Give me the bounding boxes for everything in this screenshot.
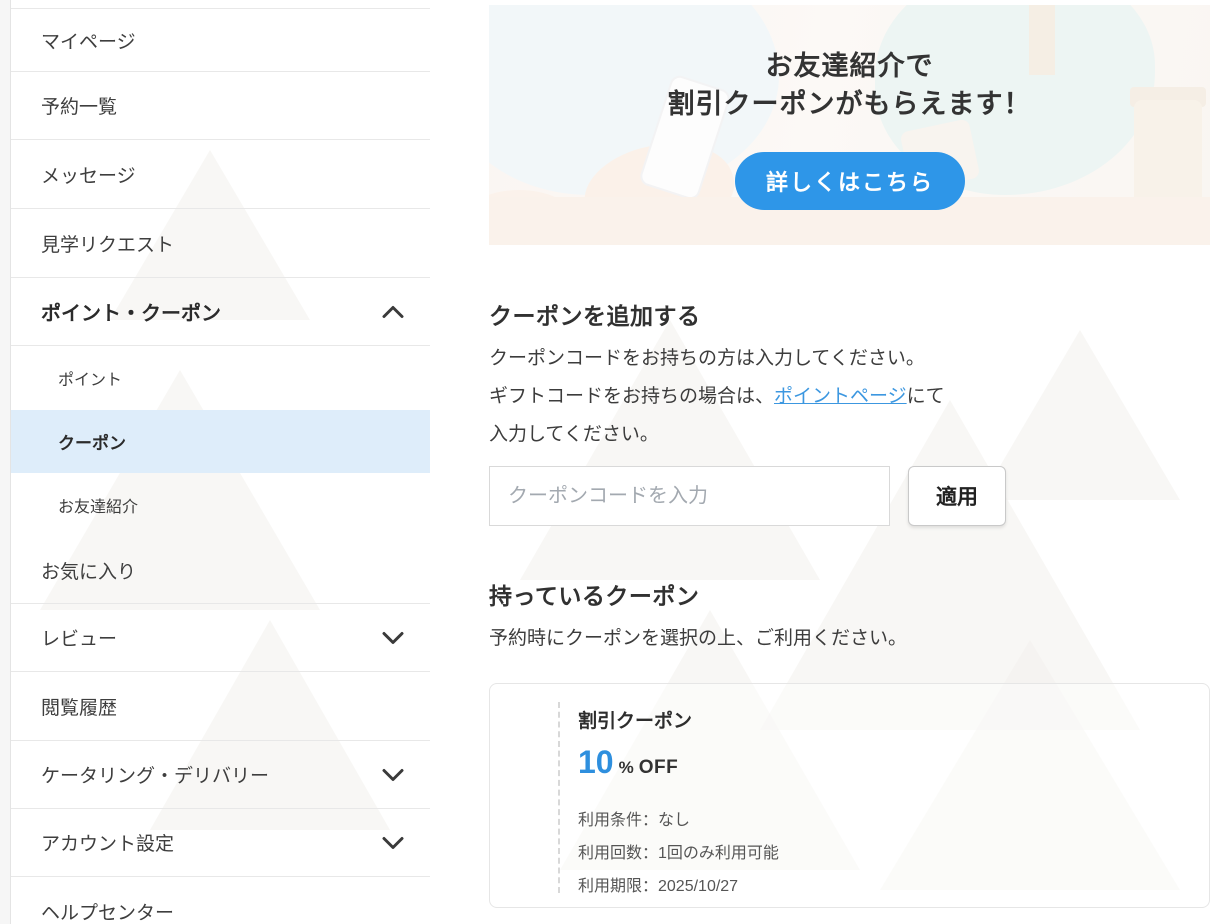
add-coupon-description: クーポンコードをお持ちの方は入力してください。 ギフトコードをお持ちの場合は、ポ… (489, 340, 945, 454)
page-left-gutter (0, 0, 10, 924)
sidebar-item-messages[interactable]: メッセージ (11, 140, 430, 209)
coupon-expiry: 利用期限：2025/10/27 (578, 870, 779, 903)
owned-coupons-heading: 持っているクーポン (489, 577, 699, 611)
sidebar-item-label: ヘルプセンター (41, 898, 174, 924)
sidebar-item-coupons[interactable]: クーポン (11, 410, 430, 473)
apply-coupon-button[interactable]: 適用 (908, 466, 1006, 526)
sidebar-item-help-center[interactable]: ヘルプセンター (11, 877, 430, 924)
sidebar-item-reviews[interactable]: レビュー (11, 604, 430, 672)
chevron-up-icon (382, 305, 404, 318)
coupon-details: 利用条件：なし 利用回数：1回のみ利用可能 利用期限：2025/10/27 (578, 804, 779, 903)
description-line2-before: ギフトコードをお持ちの場合は、 (489, 386, 774, 407)
banner-headline-line2: 割引クーポンがもらえます！ (489, 85, 1210, 123)
chevron-down-icon (382, 836, 404, 849)
sidebar-item-reservations[interactable]: 予約一覧 (11, 72, 430, 140)
discount-unit: % (619, 758, 634, 778)
page: マイページ 予約一覧 メッセージ 見学リクエスト ポイント・クーポン ポイント … (0, 0, 1228, 924)
sidebar-item-label: ポイント・クーポン (41, 297, 221, 326)
description-line3: 入力してください。 (489, 424, 659, 445)
coupon-title: 割引クーポン (578, 706, 692, 733)
coupon-usage-count: 利用回数：1回のみ利用可能 (578, 837, 779, 870)
sidebar-item-label: マイページ (41, 27, 136, 54)
owned-coupons-description: 予約時にクーポンを選択の上、ご利用ください。 (489, 620, 907, 658)
sidebar-item-label: お友達紹介 (58, 493, 138, 517)
coupon-discount: 10 % OFF (578, 744, 678, 781)
sidebar-item-referral[interactable]: お友達紹介 (11, 473, 430, 537)
sidebar-item-label: ポイント (58, 366, 122, 390)
coupon-conditions: 利用条件：なし (578, 804, 779, 837)
sidebar-item-tour-request[interactable]: 見学リクエスト (11, 209, 430, 278)
sidebar-item-label: お気に入り (41, 557, 136, 584)
sidebar-item-label: メッセージ (41, 161, 136, 188)
sidebar-item-label: 閲覧履歴 (41, 693, 117, 720)
coupon-code-input[interactable] (489, 466, 890, 526)
main-content: お友達紹介で 割引クーポンがもらえます！ 詳しくはこちら クーポンを追加する ク… (489, 0, 1210, 924)
sidebar-item-label: 予約一覧 (41, 92, 117, 119)
sidebar-item-mypage[interactable]: マイページ (11, 8, 430, 72)
banner-cta-button[interactable]: 詳しくはこちら (735, 152, 965, 210)
sidebar-item-label: レビュー (41, 624, 117, 651)
banner-headline: お友達紹介で 割引クーポンがもらえます！ (489, 47, 1210, 123)
sidebar-item-points-coupons[interactable]: ポイント・クーポン (11, 278, 430, 346)
description-line1: クーポンコードをお持ちの方は入力してください。 (489, 348, 925, 369)
sidebar-item-history[interactable]: 閲覧履歴 (11, 672, 430, 741)
sidebar-item-points[interactable]: ポイント (11, 346, 430, 410)
sidebar-item-favorites[interactable]: お気に入り (11, 537, 430, 604)
coupon-card: 割引クーポン 10 % OFF 利用条件：なし 利用回数：1回のみ利用可能 利用… (489, 683, 1210, 908)
discount-suffix: OFF (639, 757, 679, 779)
chevron-down-icon (382, 631, 404, 644)
coupon-perforation-line (558, 702, 560, 893)
chevron-down-icon (382, 768, 404, 781)
points-page-link[interactable]: ポイントページ (774, 386, 907, 407)
description-line2-after: にて (907, 386, 945, 407)
referral-banner[interactable]: お友達紹介で 割引クーポンがもらえます！ 詳しくはこちら (489, 5, 1210, 245)
discount-value: 10 (578, 744, 614, 781)
add-coupon-heading: クーポンを追加する (489, 297, 701, 331)
banner-headline-line1: お友達紹介で (489, 47, 1210, 85)
sidebar-item-label: ケータリング・デリバリー (41, 761, 269, 788)
sidebar-item-label: 見学リクエスト (41, 230, 174, 257)
sidebar: マイページ 予約一覧 メッセージ 見学リクエスト ポイント・クーポン ポイント … (10, 0, 430, 924)
sidebar-item-label: クーポン (58, 429, 126, 454)
sidebar-item-label: アカウント設定 (41, 829, 174, 856)
sidebar-item-account-settings[interactable]: アカウント設定 (11, 809, 430, 877)
sidebar-item-catering-delivery[interactable]: ケータリング・デリバリー (11, 741, 430, 809)
